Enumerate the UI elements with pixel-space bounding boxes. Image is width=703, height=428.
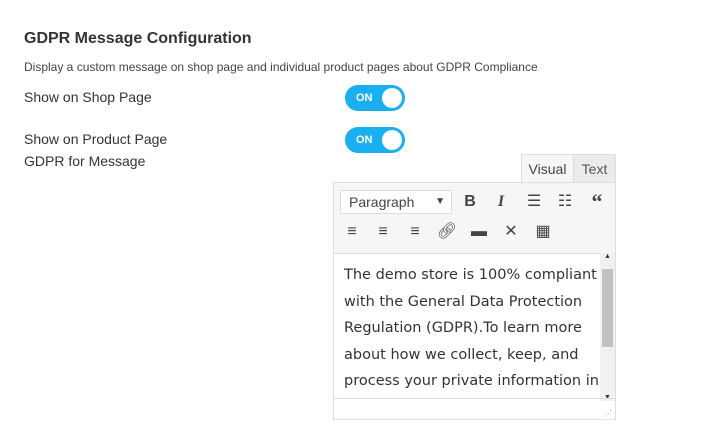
bold-icon[interactable]: B xyxy=(459,191,481,213)
align-center-icon[interactable]: ≡ xyxy=(372,221,394,243)
tab-text[interactable]: Text xyxy=(573,154,616,182)
format-value: Paragraph xyxy=(349,194,415,210)
show-product-toggle[interactable]: ON xyxy=(345,127,405,153)
format-select[interactable]: Paragraph ▼ xyxy=(340,190,452,214)
editor-toolbar: Paragraph ▼ B I ☰ ☷ “ ≡ ≡ ≡ 🔗︎ ▬ ✕ ▦ xyxy=(334,183,615,254)
toolbar-toggle-icon[interactable]: ▦ xyxy=(532,221,554,243)
show-product-label: Show on Product Page xyxy=(24,131,168,147)
blockquote-icon[interactable]: “ xyxy=(586,191,608,213)
align-right-icon[interactable]: ≡ xyxy=(404,221,426,243)
scroll-up-icon[interactable]: ▲ xyxy=(600,253,615,260)
message-editor: Paragraph ▼ B I ☰ ☷ “ ≡ ≡ ≡ 🔗︎ ▬ ✕ ▦ The … xyxy=(333,182,616,420)
show-shop-label: Show on Shop Page xyxy=(24,89,152,105)
toggle-knob xyxy=(382,88,402,108)
scroll-thumb[interactable] xyxy=(602,269,613,347)
fullscreen-icon[interactable]: ✕ xyxy=(500,221,522,243)
editor-content[interactable]: The demo store is 100% compliant with th… xyxy=(334,253,600,401)
editor-scrollbar[interactable]: ▲ ▼ xyxy=(600,253,615,401)
align-left-icon[interactable]: ≡ xyxy=(341,221,363,243)
link-icon[interactable]: 🔗︎ xyxy=(436,221,458,243)
show-shop-toggle[interactable]: ON xyxy=(345,85,405,111)
bullet-list-icon[interactable]: ☰ xyxy=(523,191,545,213)
toggle-text: ON xyxy=(356,134,373,146)
message-label: GDPR for Message xyxy=(24,153,146,169)
tab-visual[interactable]: Visual xyxy=(521,154,574,182)
chevron-down-icon: ▼ xyxy=(435,196,445,207)
italic-icon[interactable]: I xyxy=(490,191,512,213)
numbered-list-icon[interactable]: ☷ xyxy=(554,191,576,213)
resize-handle-icon[interactable]: ⋰ xyxy=(604,409,612,418)
section-title: GDPR Message Configuration xyxy=(24,30,252,47)
toggle-knob xyxy=(382,130,402,150)
editor-statusbar: ⋰ xyxy=(334,398,615,419)
toggle-text: ON xyxy=(356,92,373,104)
section-description: Display a custom message on shop page an… xyxy=(24,60,538,74)
read-more-icon[interactable]: ▬ xyxy=(468,221,490,243)
